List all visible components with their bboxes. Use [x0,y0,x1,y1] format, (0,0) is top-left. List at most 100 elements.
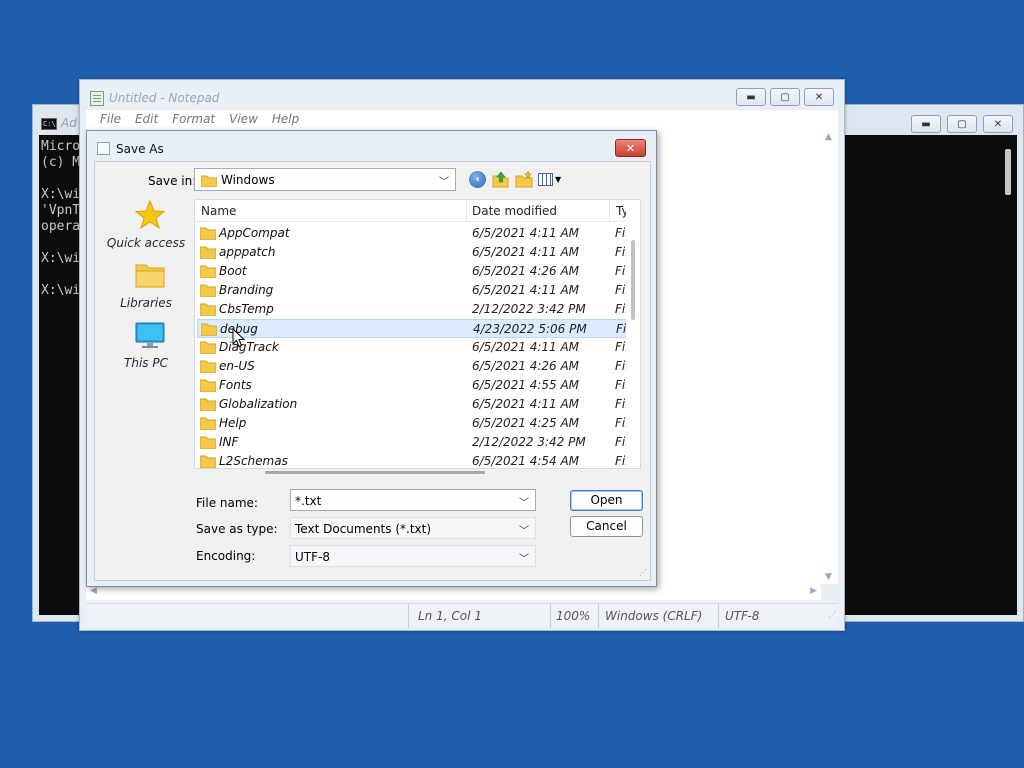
view-details-icon [538,172,553,186]
file-list-row[interactable]: AppCompat 6/5/2021 4:11 AM Fil [197,224,629,243]
file-date-modified: 6/5/2021 4:26 AM [472,359,580,373]
back-button[interactable]: ‹ [469,171,486,188]
save-in-label: Save in: [148,174,197,188]
place-libraries[interactable]: Libraries [101,260,191,314]
place-quick-access[interactable]: Quick access [101,200,191,254]
file-date-modified: 6/5/2021 4:26 AM [472,264,580,278]
folder-icon [200,455,216,468]
encoding-value: UTF-8 [295,550,330,564]
resize-grip-icon[interactable]: ⋰ [639,568,647,577]
file-list-horizontal-scroll-thumb[interactable] [265,471,485,474]
file-name: apppatch [219,245,276,259]
notepad-close-button[interactable]: ✕ [804,88,834,106]
file-list-row[interactable]: Globalization 6/5/2021 4:11 AM Fil [197,395,629,414]
folder-icon [200,303,216,316]
file-name: Globalization [219,397,298,411]
file-list-row[interactable]: Fonts 6/5/2021 4:55 AM Fil [197,376,629,395]
notepad-minimize-button[interactable]: ▬ [736,88,766,106]
resize-grip-icon[interactable]: ⋰ [828,610,836,619]
maximize-icon: ▢ [957,118,967,130]
console-scrollbar[interactable] [999,135,1017,615]
console-text: Micro (c) M X:\wi 'VpnT opera X:\wi X:\w… [41,139,81,298]
cancel-button[interactable]: Cancel [570,516,643,537]
places-bar: Quick access Libraries This PC [101,200,191,440]
column-date-modified[interactable]: Date modified [472,204,557,218]
file-list-row[interactable]: debug 4/23/2022 5:06 PM Fil [197,319,630,338]
notepad-title: Untitled - Notepad [109,91,220,105]
folder-icon [200,379,216,392]
menu-help[interactable]: Help [266,110,307,130]
save-as-type-dropdown[interactable]: Text Documents (*.txt) ﹀ [290,517,536,539]
file-list-row[interactable]: DiagTrack 6/5/2021 4:11 AM Fil [197,338,629,357]
notepad-titlebar[interactable]: Untitled - Notepad ▬ ▢ ✕ [80,80,844,110]
console-maximize-button[interactable]: ▢ [947,115,977,133]
file-list-scrollbar[interactable] [626,200,640,468]
new-folder-button[interactable] [515,170,533,188]
minimize-icon: ▬ [921,118,931,130]
file-list-row[interactable]: Help 6/5/2021 4:25 AM Fil [197,414,629,433]
dialog-body: Save in: Windows ﹀ ‹ ▼ Quick access Libr… [94,161,651,581]
file-list-row[interactable]: INF 2/12/2022 3:42 PM Fil [197,433,629,452]
folder-icon [200,284,216,297]
status-position: Ln 1, Col 1 [418,609,482,623]
encoding-dropdown[interactable]: UTF-8 ﹀ [290,545,536,567]
folder-icon [200,341,216,354]
save-in-dropdown[interactable]: Windows ﹀ [194,168,456,191]
mouse-cursor-icon [232,328,246,348]
close-icon: ✕ [993,118,1003,130]
minimize-icon: ▬ [746,91,756,103]
scroll-down-icon[interactable]: ▼ [825,572,832,582]
folder-icon [200,265,216,278]
computer-icon [135,322,165,348]
file-date-modified: 6/5/2021 4:25 AM [472,416,580,430]
menu-format[interactable]: Format [166,110,223,130]
file-list-row[interactable]: Branding 6/5/2021 4:11 AM Fil [197,281,629,300]
file-list-row[interactable]: CbsTemp 2/12/2022 3:42 PM Fil [197,300,629,319]
scroll-left-icon[interactable]: ◀ [90,586,97,596]
notepad-maximize-button[interactable]: ▢ [770,88,800,106]
dialog-titlebar[interactable]: Save As ✕ [87,131,656,161]
chevron-down-icon[interactable]: ﹀ [519,494,529,509]
chevron-down-icon: ﹀ [519,526,529,537]
up-one-level-button[interactable] [492,170,509,188]
console-minimize-button[interactable]: ▬ [911,115,941,133]
star-icon [135,200,165,230]
dialog-title: Save As [116,142,164,156]
menu-edit[interactable]: Edit [129,110,166,130]
encoding-label: Encoding: [196,549,256,563]
file-date-modified: 2/12/2022 3:42 PM [472,302,586,316]
folder-icon [200,436,216,449]
column-name[interactable]: Name [201,204,236,218]
notepad-vertical-scrollbar[interactable]: ▲ ▼ [821,130,838,584]
file-name: DiagTrack [219,340,279,354]
file-name-field[interactable]: *.txt ﹀ [290,489,536,511]
folder-icon [201,175,217,187]
file-list-scroll-thumb[interactable] [631,240,635,320]
menu-view[interactable]: View [223,110,266,130]
dialog-close-button[interactable]: ✕ [615,139,646,157]
notepad-menubar: File Edit Format View Help [86,110,838,130]
file-name: en-US [219,359,255,373]
place-this-pc[interactable]: This PC [101,320,191,374]
open-button[interactable]: Open [570,490,643,511]
console-scroll-thumb[interactable] [1005,149,1011,195]
menu-file[interactable]: File [94,110,129,130]
views-menu-button[interactable]: ▼ [538,170,564,188]
scroll-right-icon[interactable]: ▶ [810,586,817,596]
status-zoom: 100% [556,609,591,623]
file-list-row[interactable]: L2Schemas 6/5/2021 4:54 AM Fil [197,452,629,468]
folder-icon [200,246,216,259]
file-name-value: *.txt [295,494,322,508]
file-date-modified: 6/5/2021 4:55 AM [472,378,580,392]
file-list-row[interactable]: Boot 6/5/2021 4:26 AM Fil [197,262,629,281]
file-name: Help [219,416,247,430]
save-as-type-label: Save as type: [196,522,278,536]
file-list-row[interactable]: apppatch 6/5/2021 4:11 AM Fil [197,243,629,262]
file-list-row[interactable]: en-US 6/5/2021 4:26 AM Fil [197,357,629,376]
file-date-modified: 6/5/2021 4:11 AM [472,397,580,411]
file-list[interactable]: ⌃ Name Date modified Ty AppCompat 6/5/202… [194,199,641,469]
console-close-button[interactable]: ✕ [983,115,1013,133]
chevron-down-icon: ﹀ [439,177,449,188]
scroll-up-icon[interactable]: ▲ [825,132,832,142]
save-as-dialog[interactable]: Save As ✕ Save in: Windows ﹀ ‹ ▼ Quick a… [86,130,657,587]
